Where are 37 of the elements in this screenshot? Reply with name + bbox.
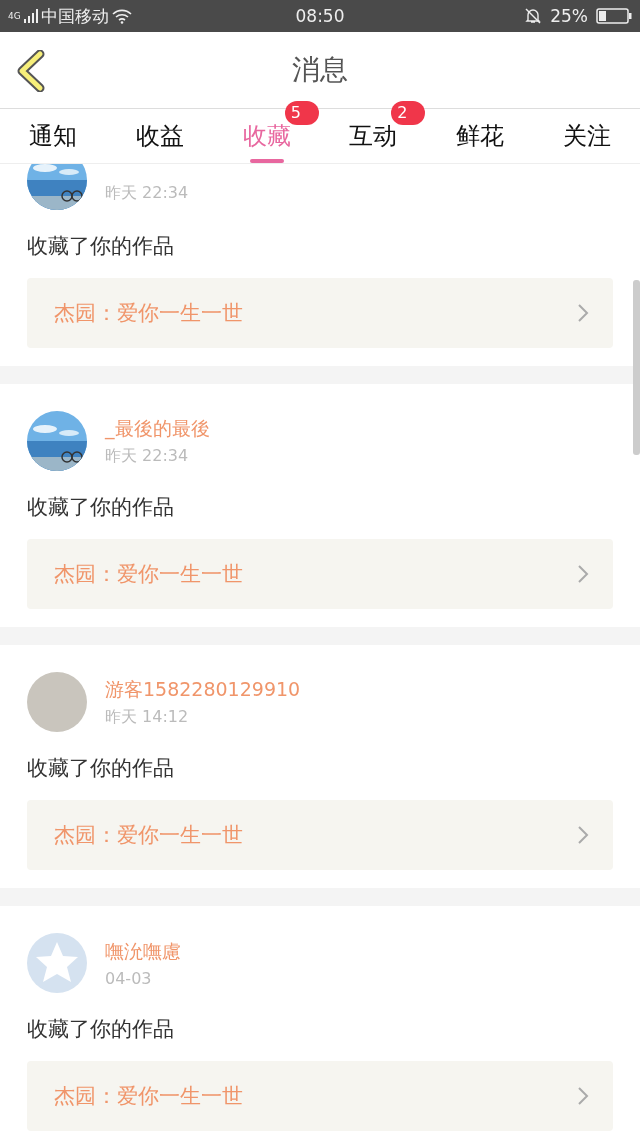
network-label: 4G (8, 11, 21, 21)
message-time: 昨天 14:12 (105, 706, 190, 728)
chevron-right-icon (577, 564, 589, 584)
tab-underline (249, 159, 284, 163)
avatar (27, 672, 87, 732)
work-link[interactable]: 杰园：爱你一生一世 (27, 800, 613, 870)
message-time: 昨天 22:34 (105, 445, 190, 467)
page-title: 消息 (292, 52, 348, 88)
muted-bell-icon (524, 7, 543, 25)
tab[interactable]: 收益 (106, 109, 214, 163)
clock: 08:50 (295, 6, 345, 26)
tab[interactable]: 通知 (0, 109, 107, 163)
message-text: 收藏了你的作品 (27, 233, 175, 260)
user-name[interactable]: _最後的最後 (105, 415, 210, 442)
work-link[interactable]: 杰园：爱你一生一世 (27, 1061, 613, 1131)
star-avatar-icon (27, 933, 87, 993)
work-link[interactable]: 杰园：爱你一生一世 (27, 539, 613, 609)
wifi-icon (111, 8, 132, 24)
chevron-right-icon (577, 825, 589, 845)
message-text: 收藏了你的作品 (27, 1016, 175, 1043)
message-text: 收藏了你的作品 (27, 494, 175, 521)
count-badge: 5 (284, 101, 319, 125)
user-name[interactable]: 嘸沇嘸慮 (105, 938, 181, 965)
user-name[interactable]: 游客1582280129910 (105, 676, 301, 703)
tab[interactable]: 鲜花 (426, 109, 534, 163)
work-link[interactable]: 杰园：爱你一生一世 (27, 278, 613, 348)
battery-icon (596, 8, 632, 24)
count-badge: 2 (391, 101, 426, 125)
battery-percent: 25% (550, 6, 588, 26)
message-text: 收藏了你的作品 (27, 755, 175, 782)
message-time: 04-03 (105, 968, 153, 988)
carrier-name: 中国移动 (40, 4, 109, 28)
chevron-right-icon (577, 303, 589, 323)
chevron-right-icon (577, 1086, 589, 1106)
tab[interactable]: 关注 (533, 109, 640, 163)
message-time: 昨天 22:34 (105, 183, 189, 204)
signal-icon (23, 9, 38, 23)
